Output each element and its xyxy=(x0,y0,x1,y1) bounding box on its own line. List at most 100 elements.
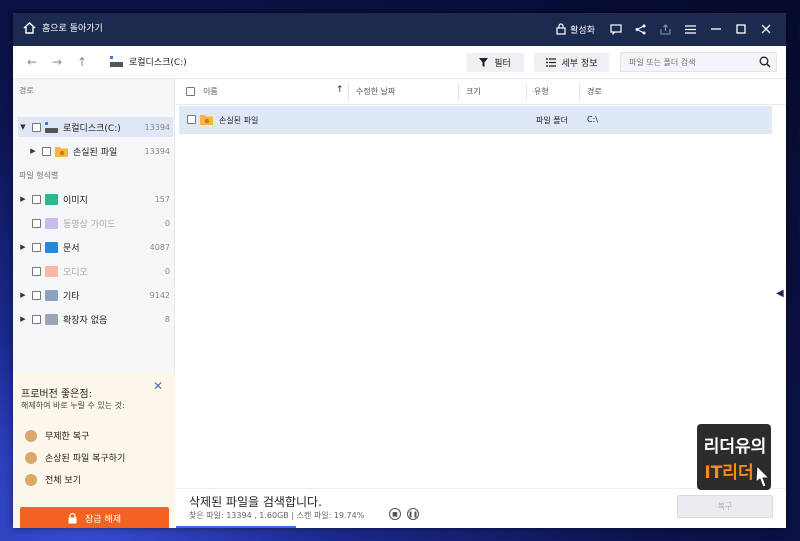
checkbox[interactable] xyxy=(32,266,41,276)
drive-icon xyxy=(110,56,123,67)
search-box xyxy=(620,52,777,72)
menu-button[interactable] xyxy=(678,20,703,38)
no-extension-folder-icon xyxy=(45,313,58,325)
side-panel-toggle-icon[interactable]: ◀ xyxy=(776,288,784,299)
row-checkbox[interactable] xyxy=(187,115,196,124)
sidebar-item-label: 동영상 가이드 xyxy=(63,219,116,230)
filter-label: 필터 xyxy=(494,59,511,69)
close-button[interactable] xyxy=(753,20,778,38)
item-count: 13394 xyxy=(144,146,170,156)
item-count: 0 xyxy=(164,266,170,276)
stop-icon: ■ xyxy=(392,510,398,518)
activate-button[interactable]: 활성화 xyxy=(556,23,595,36)
collapsed-arrow-icon[interactable]: ▶ xyxy=(18,195,28,203)
sidebar-item-lost-files[interactable]: ▶ 손실된 파일 13394 xyxy=(28,141,173,161)
forward-button[interactable]: → xyxy=(49,54,65,70)
unlock-label: 잠금 해제 xyxy=(85,515,121,525)
sidebar-item-other[interactable]: ▶ 기타 9142 xyxy=(18,285,173,305)
expanded-arrow-icon[interactable]: ▼ xyxy=(18,123,28,131)
search-input[interactable] xyxy=(621,53,751,71)
col-size[interactable]: 크기 xyxy=(466,86,481,97)
sidebar-item-label: 확장자 없음 xyxy=(63,315,108,326)
select-all-checkbox[interactable] xyxy=(186,87,195,96)
collapsed-arrow-icon[interactable]: ▶ xyxy=(18,291,28,299)
stop-button[interactable]: ■ xyxy=(389,508,401,520)
lost-folder-icon xyxy=(55,146,68,157)
other-folder-icon xyxy=(45,289,58,301)
activate-label: 활성화 xyxy=(570,25,595,36)
recover-label: 복구 xyxy=(717,502,733,511)
details-button[interactable]: 세부 정보 xyxy=(534,53,609,72)
promo-feature: 무제한 복구 xyxy=(25,429,89,442)
checkbox[interactable] xyxy=(32,194,41,204)
checkbox[interactable] xyxy=(42,146,51,156)
lock-icon xyxy=(68,513,77,524)
item-count: 157 xyxy=(154,194,170,204)
drive-icon xyxy=(45,121,58,133)
checkbox[interactable] xyxy=(32,122,41,132)
col-date[interactable]: 수정한 날짜 xyxy=(356,86,395,97)
table-header: 이름 ↑ 수정한 날짜 크기 유형 경로 xyxy=(176,79,786,105)
pause-button[interactable]: ❚❚ xyxy=(407,508,419,520)
promo-feature: 손상된 파일 복구하기 xyxy=(25,451,125,464)
recover-button[interactable]: 복구 xyxy=(677,495,773,518)
checkbox[interactable] xyxy=(32,290,41,300)
share-button[interactable] xyxy=(628,20,653,38)
sidebar-item-no-extension[interactable]: ▶ 확장자 없음 8 xyxy=(18,309,173,329)
arrow-right-icon: → xyxy=(51,55,63,69)
filter-button[interactable]: 필터 xyxy=(466,53,524,72)
table-row[interactable]: 손실된 파일 파일 폴더 C:\ xyxy=(179,106,772,134)
document-folder-icon xyxy=(45,241,58,253)
checkbox[interactable] xyxy=(32,218,41,228)
item-count: 8 xyxy=(164,314,170,324)
collapsed-arrow-icon[interactable]: ▶ xyxy=(18,243,28,251)
breadcrumb[interactable]: 로컬디스크(C:) xyxy=(110,55,187,68)
row-type: 파일 폴더 xyxy=(536,116,568,125)
sidebar-item-local-disk[interactable]: ▼ 로컬디스크(C:) 13394 xyxy=(18,117,173,137)
promo-close-icon[interactable]: ✕ xyxy=(153,379,163,393)
back-button[interactable]: ← xyxy=(24,54,40,70)
list-icon xyxy=(545,58,556,67)
sidebar-item-video[interactable]: 동영상 가이드 0 xyxy=(18,213,173,233)
pro-promo-panel: 프로버전 좋은점: 해제하여 바로 누릴 수 있는 것: ✕ 무제한 복구 손상… xyxy=(13,371,175,528)
unlock-button[interactable]: 잠금 해제 xyxy=(20,507,169,528)
window-controls: 활성화 xyxy=(556,20,778,38)
watermark-line2: IT리더 xyxy=(704,463,753,483)
col-type[interactable]: 유형 xyxy=(534,86,549,97)
col-name[interactable]: 이름 xyxy=(203,86,218,97)
item-count: 0 xyxy=(164,218,170,228)
sidebar-item-label: 기타 xyxy=(63,291,80,302)
feedback-button[interactable] xyxy=(603,20,628,38)
home-button[interactable]: 홈으로 돌아가기 xyxy=(23,21,103,34)
path-section-title: 경로 xyxy=(19,86,34,95)
title-bar: 홈으로 돌아가기 활성화 xyxy=(13,13,786,46)
breadcrumb-drive: 로컬디스크(C:) xyxy=(129,58,187,68)
minimize-button[interactable] xyxy=(703,20,728,38)
close-icon xyxy=(761,24,770,34)
checkbox[interactable] xyxy=(32,242,41,252)
message-icon xyxy=(609,23,622,35)
sidebar: 경로 ▼ 로컬디스크(C:) 13394 ▶ 손실된 파일 13394 파일 형… xyxy=(13,79,175,528)
sidebar-item-documents[interactable]: ▶ 문서 4087 xyxy=(18,237,173,257)
sidebar-item-images[interactable]: ▶ 이미지 157 xyxy=(18,189,173,209)
checkbox[interactable] xyxy=(32,314,41,324)
sidebar-item-audio[interactable]: 오디오 0 xyxy=(18,261,173,281)
watermark-logo: 리더유의 IT리더 xyxy=(697,424,771,490)
sidebar-item-label: 이미지 xyxy=(63,195,88,206)
toolbar: ← → ↑ 로컬디스크(C:) 필터 세부 정보 xyxy=(13,46,786,79)
up-button[interactable]: ↑ xyxy=(74,54,90,70)
video-folder-icon xyxy=(45,217,58,229)
sort-up-icon[interactable]: ↑ xyxy=(336,85,344,95)
collapsed-arrow-icon[interactable]: ▶ xyxy=(18,315,28,323)
maximize-icon xyxy=(735,24,746,34)
item-count: 9142 xyxy=(149,290,170,300)
export-button[interactable] xyxy=(653,20,678,38)
details-label: 세부 정보 xyxy=(561,59,598,69)
maximize-button[interactable] xyxy=(728,20,753,38)
scan-statistics: 찾은 파일: 13394 , 1.60GB | 스캔 파일: 19.74% xyxy=(189,511,365,520)
promo-title: 프로버전 좋은점: xyxy=(21,389,92,400)
collapsed-arrow-icon[interactable]: ▶ xyxy=(28,147,38,155)
lost-folder-icon xyxy=(200,115,213,125)
col-path[interactable]: 경로 xyxy=(587,86,602,97)
search-icon[interactable] xyxy=(759,56,771,68)
